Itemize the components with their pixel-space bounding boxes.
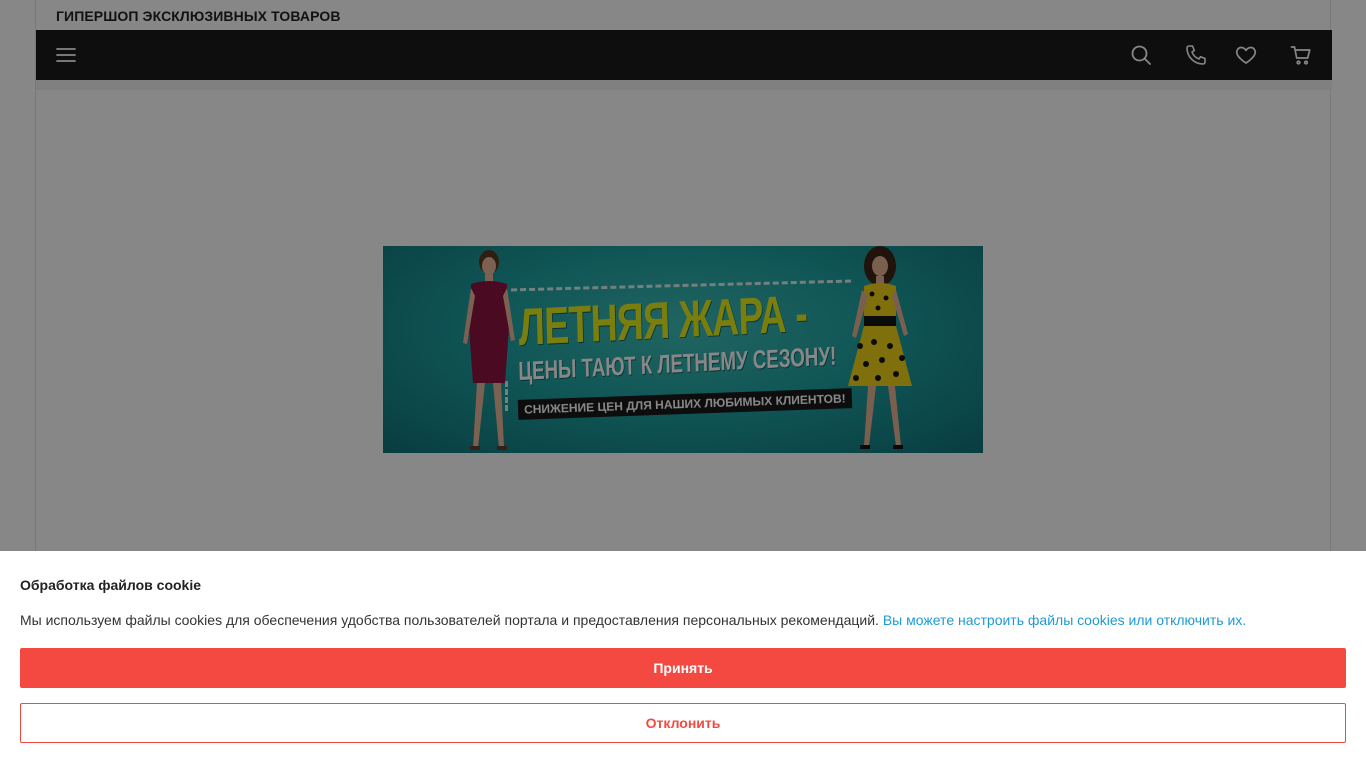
cookie-description: Мы используем файлы cookies для обеспече…	[20, 612, 1246, 628]
cookie-title: Обработка файлов cookie	[20, 577, 202, 593]
decline-cookies-button[interactable]: Отклонить	[20, 703, 1346, 743]
accept-cookies-button[interactable]: Принять	[20, 648, 1346, 688]
cookie-text: Мы используем файлы cookies для обеспече…	[20, 612, 879, 628]
cookie-consent-panel: Обработка файлов cookie Мы используем фа…	[0, 551, 1366, 768]
cookie-settings-link[interactable]: Вы можете настроить файлы cookies или от…	[883, 612, 1246, 628]
